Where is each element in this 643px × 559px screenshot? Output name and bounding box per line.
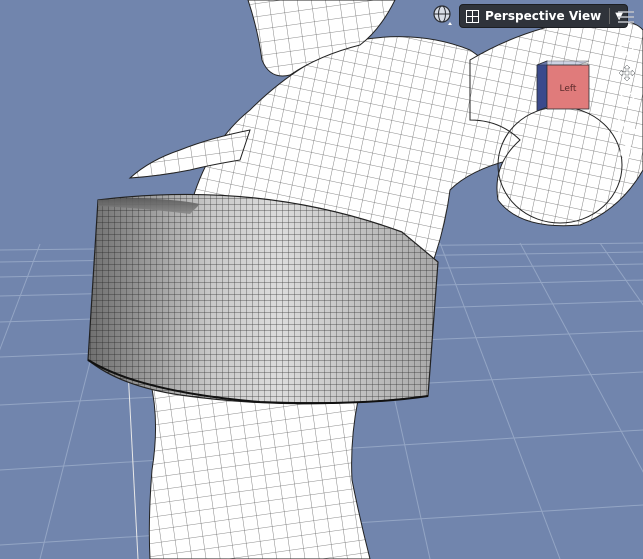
view-selector-divider [609,8,611,24]
view-layout-icon [466,9,479,23]
pan-tool[interactable] [614,34,640,60]
band-mesh [87,193,439,405]
view-cube[interactable]: Left [535,59,593,113]
rotate-icon [620,143,634,159]
zoom-tool[interactable] [614,86,640,112]
navigation-tools [614,34,640,164]
view-name-label: Perspective View [485,9,602,23]
rotate-tool[interactable] [614,138,640,164]
hamburger-menu-icon [618,11,634,23]
frame-tool[interactable] [614,112,640,138]
frame-icon [618,116,636,134]
globe-icon [433,5,452,25]
pan-icon [618,38,636,56]
orbit-icon [618,64,636,82]
3d-viewport[interactable]: Perspective View ▼ Left [0,0,643,559]
cube-face-label: Left [560,84,577,94]
options-menu-button[interactable] [614,7,638,29]
viewport-toolbar: Perspective View ▼ [431,4,628,28]
orbit-tool[interactable] [614,60,640,86]
camera-select-button[interactable] [431,4,455,28]
view-selector[interactable]: Perspective View ▼ [459,4,628,28]
zoom-icon [619,91,635,107]
